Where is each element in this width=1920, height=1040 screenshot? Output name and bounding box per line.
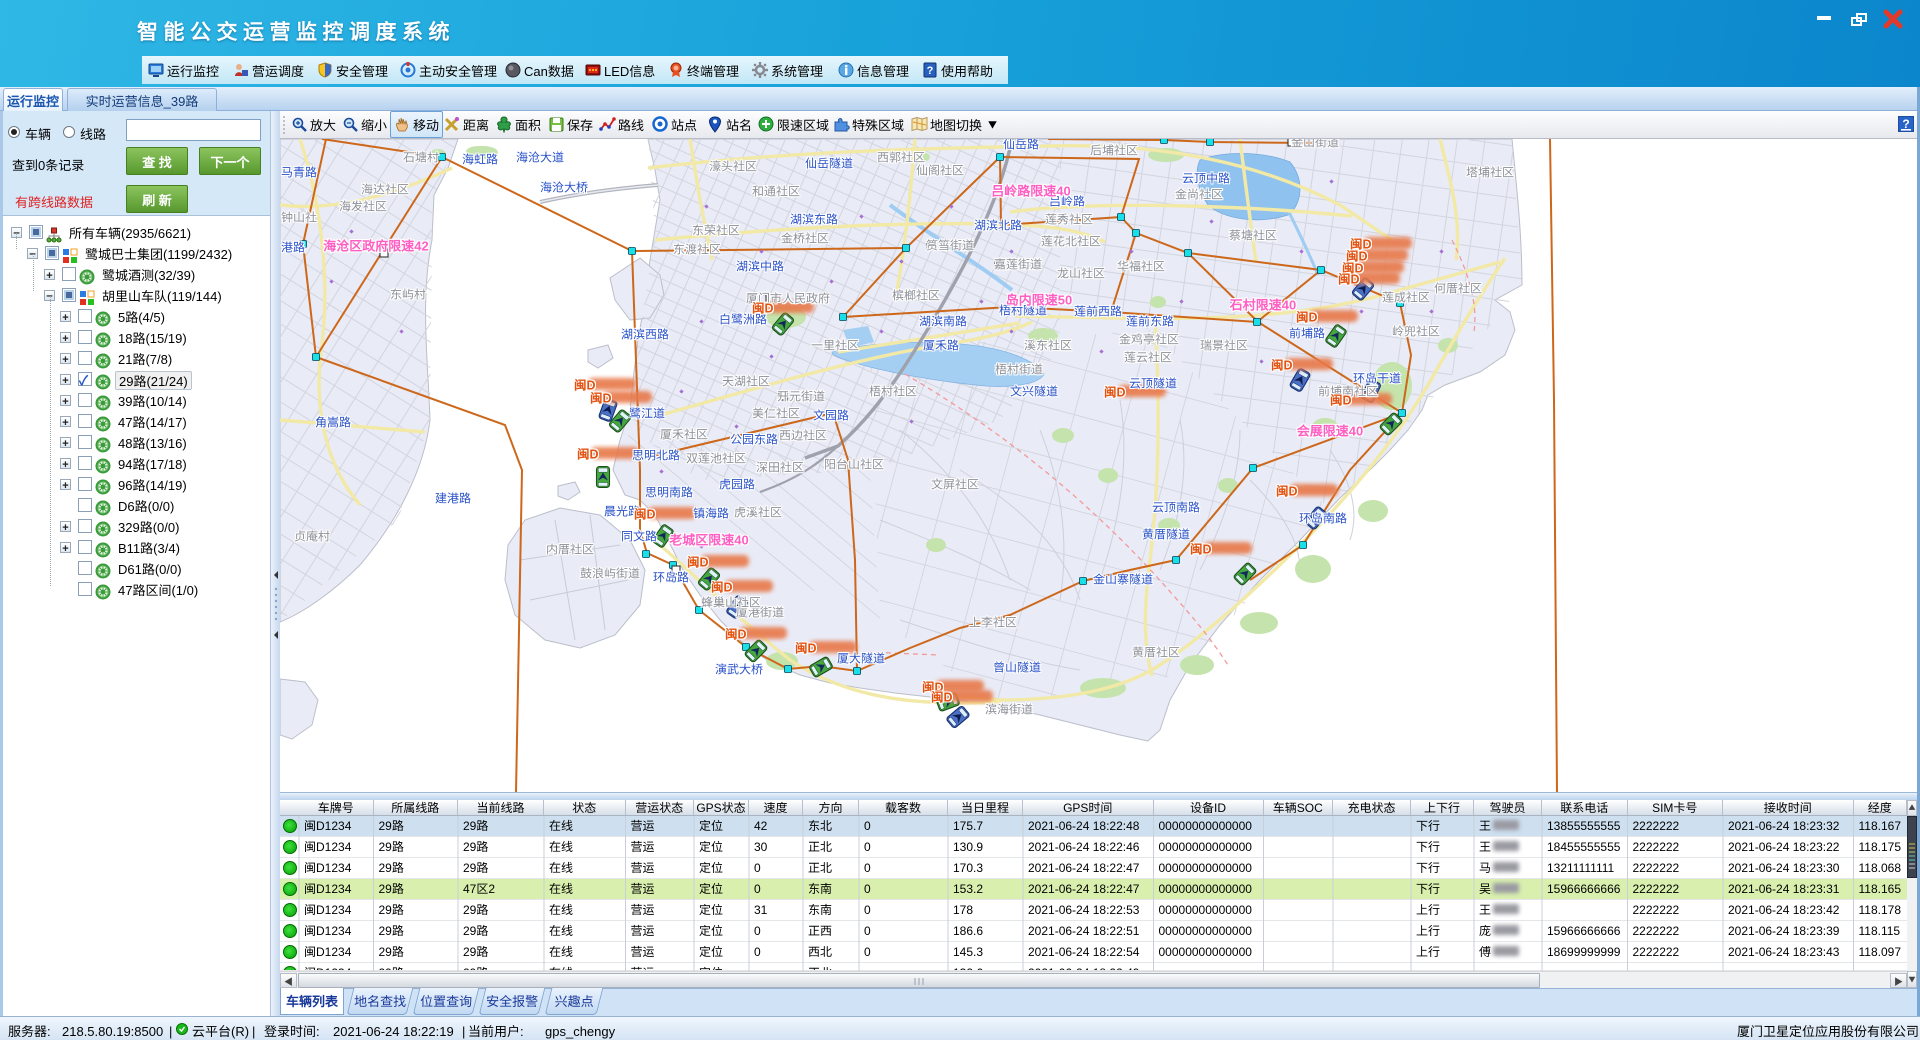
svg-text:?: ? <box>927 62 934 78</box>
